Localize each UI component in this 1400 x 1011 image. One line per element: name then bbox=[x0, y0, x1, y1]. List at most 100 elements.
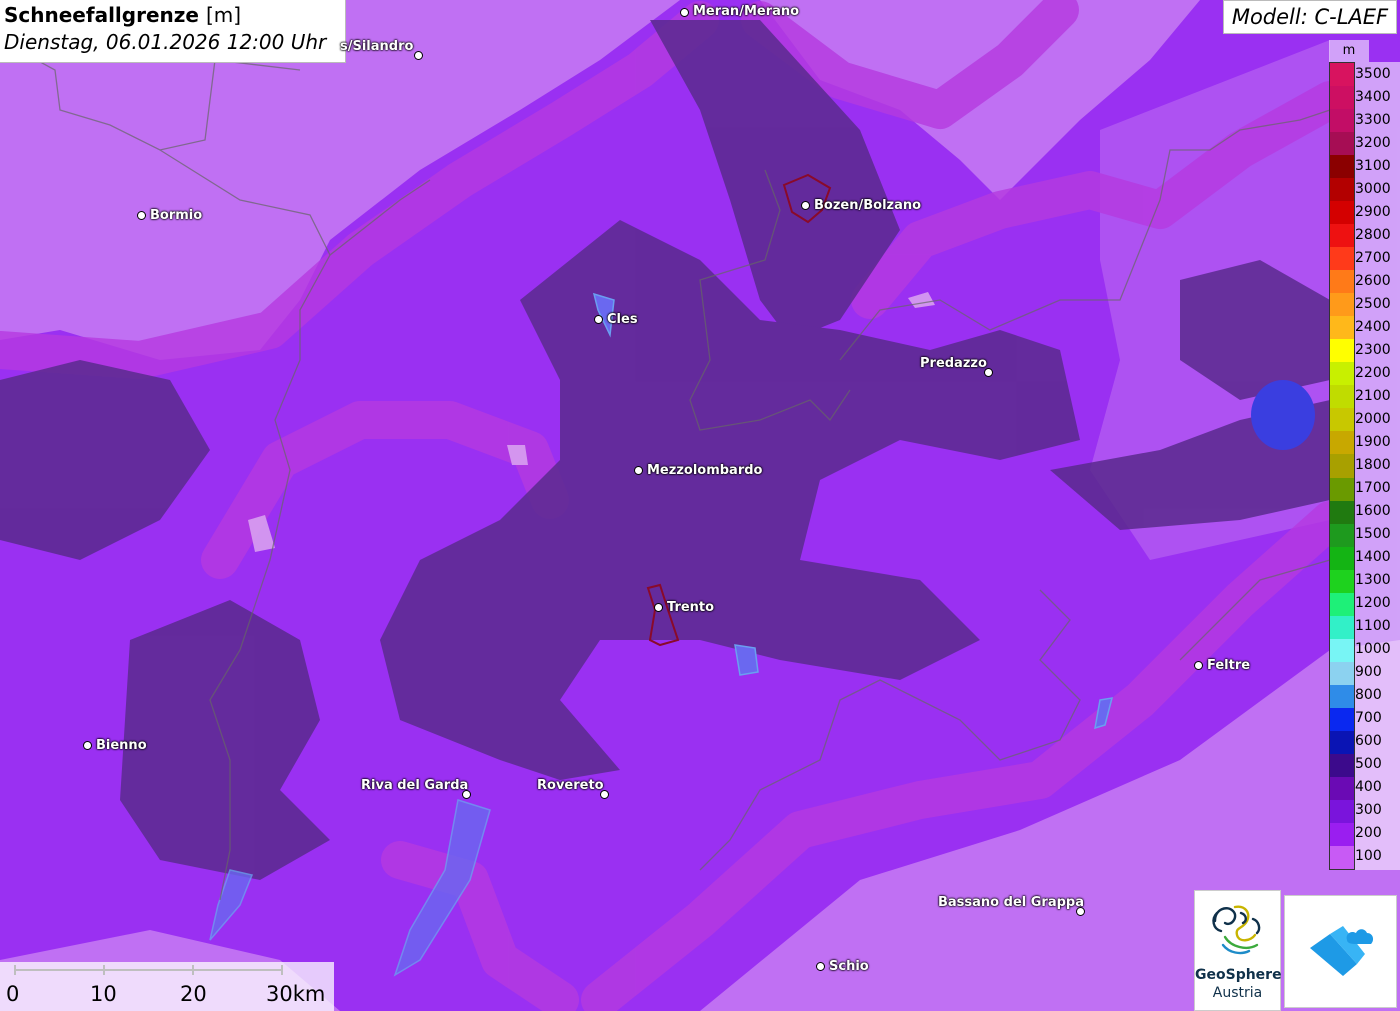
mountain-cloud-icon bbox=[1310, 926, 1374, 976]
legend-label-1900: 1900 bbox=[1355, 433, 1391, 450]
legend-swatch-3400 bbox=[1330, 86, 1354, 110]
legend-label-2500: 2500 bbox=[1355, 295, 1391, 312]
city-label-bormio[interactable]: Bormio bbox=[150, 208, 202, 223]
scale-label-30km: 30km bbox=[266, 982, 326, 1006]
legend-label-500: 500 bbox=[1355, 756, 1382, 773]
legend-swatch-1400 bbox=[1330, 546, 1354, 571]
legend-swatch-1500 bbox=[1330, 523, 1354, 548]
city-label-bienno[interactable]: Bienno bbox=[96, 738, 147, 753]
legend-label-1300: 1300 bbox=[1355, 572, 1391, 589]
legend-swatch-2200 bbox=[1330, 362, 1354, 386]
legend-label-2100: 2100 bbox=[1355, 387, 1391, 404]
legend-label-2200: 2200 bbox=[1355, 364, 1391, 381]
legend-label-1000: 1000 bbox=[1355, 641, 1391, 658]
city-dot-riva bbox=[462, 790, 471, 799]
legend-swatch-1600 bbox=[1330, 500, 1354, 525]
legend-label-1600: 1600 bbox=[1355, 503, 1391, 520]
legend-swatch-2000 bbox=[1330, 408, 1354, 432]
city-label-feltre[interactable]: Feltre bbox=[1207, 658, 1250, 673]
map-datetime: Dienstag, 06.01.2026 12:00 Uhr bbox=[4, 30, 327, 54]
snowfall-line-map[interactable] bbox=[0, 0, 1400, 1011]
legend-swatch-3200 bbox=[1330, 132, 1354, 156]
legend-swatch-1900 bbox=[1330, 431, 1354, 455]
legend-swatch-3300 bbox=[1330, 109, 1354, 133]
legend-swatch-500 bbox=[1330, 753, 1354, 778]
legend-swatch-1700 bbox=[1330, 477, 1354, 502]
legend-swatch-2500 bbox=[1330, 293, 1354, 317]
legend-swatch-2100 bbox=[1330, 385, 1354, 409]
legend-swatch-700 bbox=[1330, 707, 1354, 732]
city-label-schio[interactable]: Schio bbox=[829, 959, 869, 974]
city-label-rovereto[interactable]: Rovereto bbox=[537, 778, 604, 793]
legend-label-2400: 2400 bbox=[1355, 318, 1391, 335]
city-label-predazzo[interactable]: Predazzo bbox=[920, 356, 987, 371]
legend-label-900: 900 bbox=[1355, 664, 1382, 681]
legend-label-800: 800 bbox=[1355, 687, 1382, 704]
legend-swatch-900 bbox=[1330, 661, 1354, 686]
legend-swatch-200 bbox=[1330, 822, 1354, 847]
geosphere-logo[interactable]: GeoSphere Austria bbox=[1194, 890, 1282, 1011]
city-dot-trento bbox=[654, 603, 663, 612]
legend-label-1700: 1700 bbox=[1355, 480, 1391, 497]
legend-label-2300: 2300 bbox=[1355, 341, 1391, 358]
legend-swatch-1100 bbox=[1330, 615, 1354, 640]
legend-label-1800: 1800 bbox=[1355, 457, 1391, 473]
map-title: Schneefallgrenze [m] bbox=[4, 2, 341, 28]
legend-label-400: 400 bbox=[1355, 779, 1382, 796]
legend-label-300: 300 bbox=[1355, 802, 1382, 819]
model-label: Modell: C-LAEF bbox=[1223, 0, 1397, 34]
city-dot-meran bbox=[680, 8, 689, 17]
map-title-box: Schneefallgrenze [m] Dienstag, 06.01.202… bbox=[0, 0, 346, 63]
legend-swatch-2600 bbox=[1330, 270, 1354, 294]
legend-swatch-2700 bbox=[1330, 247, 1354, 271]
scale-label-0: 0 bbox=[6, 982, 20, 1006]
scale-label-20: 20 bbox=[180, 982, 207, 1006]
city-label-riva[interactable]: Riva del Garda bbox=[361, 778, 468, 793]
legend-label-3300: 3300 bbox=[1355, 111, 1391, 128]
city-dot-bienno bbox=[83, 741, 92, 750]
city-dot-rovereto bbox=[600, 790, 609, 799]
city-dot-silandro bbox=[414, 51, 423, 60]
legend-swatch-3100 bbox=[1330, 155, 1354, 179]
legend-label-1400: 1400 bbox=[1355, 549, 1391, 566]
legend-swatch-2300 bbox=[1330, 339, 1354, 363]
city-label-trento[interactable]: Trento bbox=[667, 600, 714, 615]
city-label-meran[interactable]: Meran/Merano bbox=[693, 4, 799, 19]
city-dot-cles bbox=[594, 315, 603, 324]
legend-label-2700: 2700 bbox=[1355, 249, 1391, 266]
legend-swatch-2400 bbox=[1330, 316, 1354, 340]
scale-label-10: 10 bbox=[90, 982, 117, 1006]
legend-swatch-800 bbox=[1330, 684, 1354, 709]
legend-swatch-1300 bbox=[1330, 569, 1354, 594]
legend-label-2900: 2900 bbox=[1355, 203, 1391, 220]
legend-swatch-2900 bbox=[1330, 201, 1354, 225]
legend-unit: m bbox=[1329, 40, 1369, 62]
app-logo[interactable] bbox=[1284, 895, 1397, 1008]
legend-swatch-1000 bbox=[1330, 638, 1354, 663]
city-label-bassano[interactable]: Bassano del Grappa bbox=[938, 895, 1084, 910]
title-unit: [m] bbox=[205, 3, 242, 27]
legend-label-600: 600 bbox=[1355, 733, 1382, 750]
legend-colorbar bbox=[1329, 62, 1355, 870]
legend-label-3200: 3200 bbox=[1355, 134, 1391, 151]
legend-label-1100: 1100 bbox=[1355, 618, 1391, 635]
city-label-cles[interactable]: Cles bbox=[607, 312, 638, 327]
legend-swatch-400 bbox=[1330, 776, 1354, 801]
scalebar: 0 10 20 30km bbox=[0, 962, 334, 1011]
city-dot-bormio bbox=[137, 211, 146, 220]
city-dot-feltre bbox=[1194, 661, 1203, 670]
city-dot-predazzo bbox=[984, 368, 993, 377]
city-dot-mezzolombardo bbox=[634, 466, 643, 475]
legend-swatch-300 bbox=[1330, 799, 1354, 824]
legend-label-1200: 1200 bbox=[1355, 595, 1391, 612]
city-label-silandro[interactable]: s/Silandro bbox=[340, 39, 413, 54]
legend-swatch-2800 bbox=[1330, 224, 1354, 248]
legend-label-100: 100 bbox=[1355, 848, 1382, 865]
legend-label-3400: 3400 bbox=[1355, 88, 1391, 105]
city-dot-bassano bbox=[1076, 907, 1085, 916]
city-label-bozen[interactable]: Bozen/Bolzano bbox=[814, 198, 921, 213]
city-label-mezzolombardo[interactable]: Mezzolombardo bbox=[647, 463, 762, 478]
geosphere-logo-icon bbox=[1212, 905, 1261, 955]
zone-700m bbox=[1251, 380, 1315, 450]
legend-label-2600: 2600 bbox=[1355, 272, 1391, 289]
